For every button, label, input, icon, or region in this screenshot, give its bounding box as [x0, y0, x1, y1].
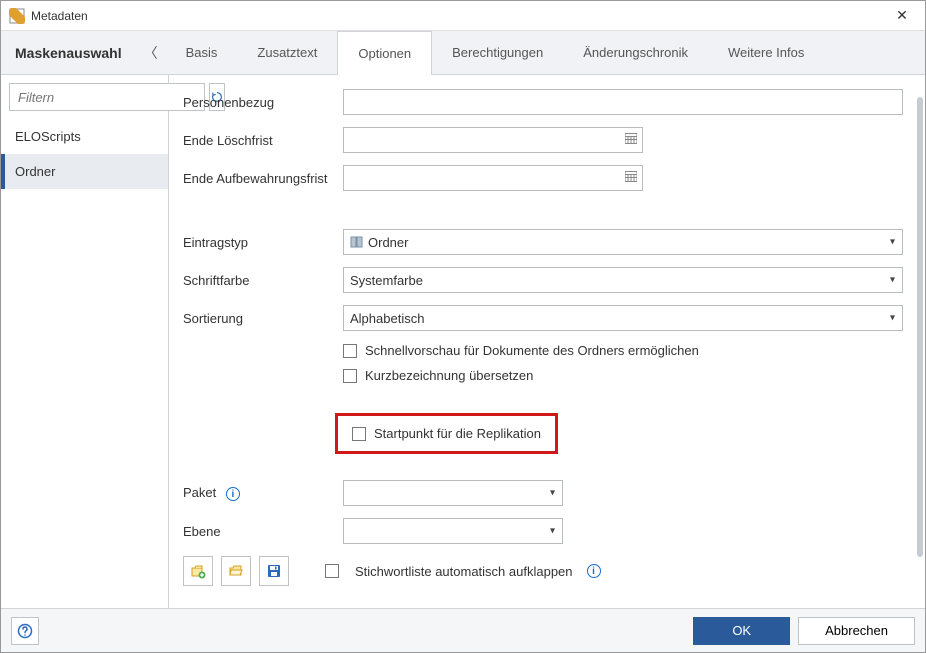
sidebar-item-ordner[interactable]: Ordner	[1, 154, 168, 189]
checkbox-startpunkt[interactable]	[352, 427, 366, 441]
ok-button[interactable]: OK	[693, 617, 790, 645]
info-icon[interactable]: i	[226, 487, 240, 501]
close-icon[interactable]: ✕	[887, 1, 917, 31]
content-area: ELOScripts Ordner Personenbezug Ende Lös…	[1, 75, 925, 608]
open-folder-button[interactable]	[221, 556, 251, 586]
input-ende-aufbewahrung[interactable]	[343, 165, 643, 191]
titlebar: Metadaten ✕	[1, 1, 925, 31]
tab-optionen[interactable]: Optionen	[337, 31, 432, 75]
row-ende-aufbewahrung: Ende Aufbewahrungsfrist	[183, 165, 903, 191]
sidebar-item-eloscripts[interactable]: ELOScripts	[1, 119, 168, 154]
label-ebene: Ebene	[183, 524, 343, 539]
label-ende-loeschfrist: Ende Löschfrist	[183, 133, 343, 148]
add-level-button[interactable]	[183, 556, 213, 586]
tab-zusatztext[interactable]: Zusatztext	[237, 31, 337, 74]
input-ende-loeschfrist[interactable]	[343, 127, 643, 153]
tabbar: Maskenauswahl 〈 Basis Zusatztext Optione…	[1, 31, 925, 75]
icon-toolbar: Stichwortliste automatisch aufklappen i	[183, 556, 903, 586]
save-icon	[266, 563, 282, 579]
row-ende-loeschfrist: Ende Löschfrist	[183, 127, 903, 153]
window-title: Metadaten	[31, 9, 887, 23]
select-paket[interactable]	[343, 480, 563, 506]
select-eintragstyp-value: Ordner	[368, 235, 408, 250]
select-schriftfarbe-value: Systemfarbe	[350, 273, 423, 288]
label-chk-schnellvorschau: Schnellvorschau für Dokumente des Ordner…	[365, 343, 699, 358]
select-sortierung[interactable]: Alphabetisch	[343, 305, 903, 331]
mask-label: Maskenauswahl	[1, 31, 136, 74]
scrollbar[interactable]	[917, 97, 923, 557]
tab-aenderungschronik[interactable]: Änderungschronik	[563, 31, 708, 74]
checkbox-stichwortliste[interactable]	[325, 564, 339, 578]
help-icon	[17, 623, 33, 639]
input-personenbezug[interactable]	[343, 89, 903, 115]
main-panel: Personenbezug Ende Löschfrist Ende Aufbe…	[169, 75, 925, 608]
mask-collapse-arrow[interactable]: 〈	[136, 31, 166, 74]
sidebar: ELOScripts Ordner	[1, 75, 169, 608]
checkbox-kurzbezeichnung[interactable]	[343, 369, 357, 383]
tab-berechtigungen[interactable]: Berechtigungen	[432, 31, 563, 74]
select-schriftfarbe[interactable]: Systemfarbe	[343, 267, 903, 293]
checkbox-schnellvorschau[interactable]	[343, 344, 357, 358]
label-personenbezug: Personenbezug	[183, 95, 343, 110]
row-chk-kurzbezeichnung: Kurzbezeichnung übersetzen	[343, 368, 903, 383]
label-schriftfarbe: Schriftfarbe	[183, 273, 343, 288]
label-sortierung: Sortierung	[183, 311, 343, 326]
info-icon[interactable]: i	[587, 564, 601, 578]
open-folder-icon	[228, 563, 244, 579]
label-ende-aufbewahrung: Ende Aufbewahrungsfrist	[183, 171, 343, 186]
save-button[interactable]	[259, 556, 289, 586]
footer: OK Abbrechen	[1, 608, 925, 652]
label-paket: Paket i	[183, 485, 343, 502]
row-sortierung: Sortierung Alphabetisch ▾	[183, 305, 903, 331]
tab-basis[interactable]: Basis	[166, 31, 238, 74]
row-paket: Paket i ▾	[183, 480, 903, 506]
row-personenbezug: Personenbezug	[183, 89, 903, 115]
label-eintragstyp: Eintragstyp	[183, 235, 343, 250]
app-icon	[9, 8, 25, 24]
label-chk-stichwortliste: Stichwortliste automatisch aufklappen	[355, 564, 573, 579]
label-chk-kurzbezeichnung: Kurzbezeichnung übersetzen	[365, 368, 533, 383]
row-ebene: Ebene ▾	[183, 518, 903, 544]
row-eintragstyp: Eintragstyp Ordner ▾	[183, 229, 903, 255]
help-button[interactable]	[11, 617, 39, 645]
select-eintragstyp[interactable]: Ordner	[343, 229, 903, 255]
row-schriftfarbe: Schriftfarbe Systemfarbe ▾	[183, 267, 903, 293]
filter-row	[1, 75, 168, 119]
row-chk-schnellvorschau: Schnellvorschau für Dokumente des Ordner…	[343, 343, 903, 358]
highlight-startpunkt: Startpunkt für die Replikation	[335, 413, 558, 454]
folder-icon	[350, 235, 364, 249]
label-chk-startpunkt: Startpunkt für die Replikation	[374, 426, 541, 441]
select-sortierung-value: Alphabetisch	[350, 311, 424, 326]
select-ebene[interactable]	[343, 518, 563, 544]
add-folder-icon	[190, 563, 206, 579]
tab-weitere-infos[interactable]: Weitere Infos	[708, 31, 824, 74]
cancel-button[interactable]: Abbrechen	[798, 617, 915, 645]
